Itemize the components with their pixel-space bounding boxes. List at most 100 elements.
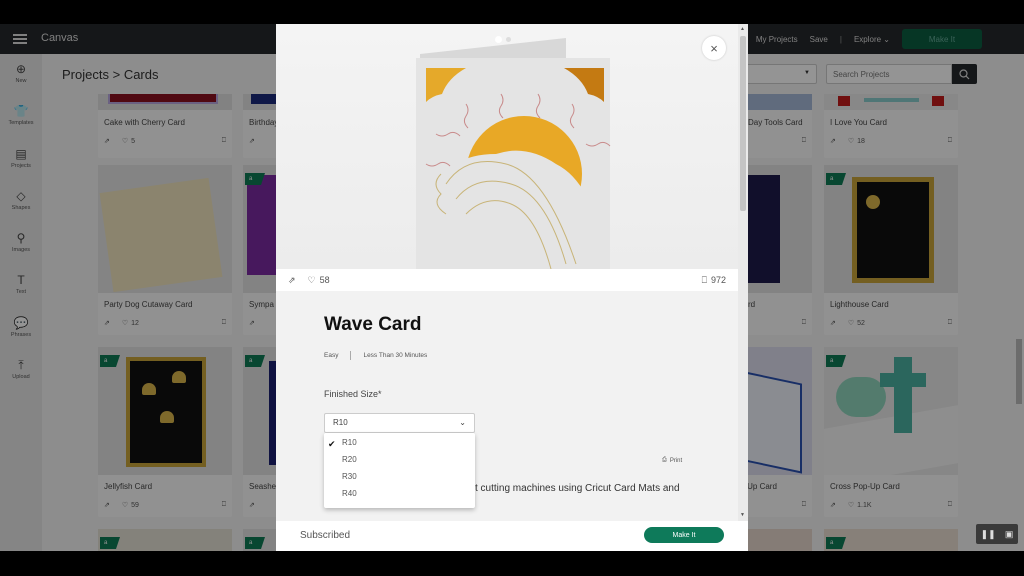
subscription-badge: a — [245, 537, 265, 549]
heart-icon: ♡ — [307, 274, 316, 285]
page-scrollbar[interactable] — [1014, 99, 1024, 551]
sidebar-item-shapes[interactable]: ◇ Shapes — [0, 189, 42, 211]
selected-size: R10 — [333, 418, 348, 427]
size-option[interactable]: R40 — [342, 489, 357, 498]
project-card[interactable]: a Lighthouse Card ⇗ ♡ 52 ⎕ — [824, 165, 958, 335]
like-button[interactable]: ♡ 5 — [122, 137, 135, 146]
card-name: I Love You Card — [830, 118, 887, 127]
like-button[interactable]: ♡ 58 — [308, 275, 330, 286]
project-card[interactable]: Day Tools Card ⎕ — [740, 94, 812, 158]
sidebar-label: Upload — [12, 374, 30, 380]
save-button[interactable]: ⎕ 972 — [702, 275, 726, 286]
search-icon — [959, 68, 970, 79]
project-card[interactable]: a Cross Pop-Up Card ⇗ ♡ 1.1K ⎕ — [824, 347, 958, 517]
bookmark-icon[interactable]: ⎕ — [222, 137, 226, 145]
finished-size-select[interactable]: R10 ⌄ — [324, 413, 475, 433]
share-icon[interactable]: ⇗ — [104, 501, 110, 509]
duration: Less Than 30 Minutes — [363, 352, 428, 359]
subscription-badge: a — [826, 355, 846, 367]
pause-icon[interactable]: ❚❚ — [981, 529, 996, 540]
search-button[interactable] — [952, 64, 977, 84]
sidebar-item-text[interactable]: T Text — [0, 273, 42, 295]
sidebar-label: Shapes — [11, 205, 31, 211]
make-it-top-button[interactable]: Make It — [902, 29, 982, 49]
card-thumbnail: a — [824, 165, 958, 293]
save-link[interactable]: Save — [810, 35, 828, 44]
like-button[interactable]: ♡ 18 — [848, 137, 865, 146]
search-input[interactable] — [826, 64, 952, 84]
like-count: 52 — [857, 319, 865, 327]
card-name: Birthday — [249, 118, 279, 127]
picture-in-picture-icon[interactable]: ▣ — [1005, 529, 1014, 540]
breadcrumb-projects[interactable]: Projects — [62, 67, 109, 82]
subscription-badge: a — [100, 355, 120, 367]
like-button[interactable]: ♡ 12 — [122, 319, 139, 328]
difficulty: Easy — [324, 352, 339, 359]
bookmark-icon[interactable]: ⎕ — [802, 501, 806, 509]
scroll-down-arrow[interactable]: ▼ — [740, 512, 745, 518]
screen: Canvas My Projects Save | Explore ⌄ Make… — [0, 0, 1024, 576]
sort-dropdown[interactable]: ▼ — [745, 64, 817, 84]
carousel-dot-active[interactable] — [495, 36, 502, 43]
sidebar-item-upload[interactable]: ⤒ Upload — [0, 358, 42, 380]
bookmark-icon[interactable]: ⎕ — [802, 137, 806, 145]
project-card[interactable]: Party Dog Cutaway Card ⇗ ♡ 12 ⎕ — [98, 165, 232, 335]
share-icon[interactable]: ⇗ — [249, 501, 255, 509]
share-icon[interactable]: ⇗ — [830, 501, 836, 509]
project-detail-modal: × ⇗ ♡ 58 ⎕ 972 Wave Card Easy Less Than 30… — [276, 24, 748, 551]
page-scrollbar-thumb[interactable] — [1016, 339, 1022, 404]
share-icon[interactable]: ⇗ — [830, 319, 836, 327]
lightbulb-icon: ⚲ — [16, 231, 26, 245]
size-option[interactable]: R30 — [342, 472, 357, 481]
size-option[interactable]: R10 — [342, 438, 357, 447]
sidebar-item-new[interactable]: ⊕ New — [0, 62, 42, 84]
bookmark-icon[interactable]: ⎕ — [222, 319, 226, 327]
share-icon[interactable]: ⇗ — [830, 137, 836, 145]
my-projects-link[interactable]: My Projects — [756, 35, 798, 44]
make-it-button[interactable]: Make It — [644, 527, 724, 543]
bookmark-icon[interactable]: ⎕ — [802, 319, 806, 327]
project-card[interactable]: p-Up Card ⎕ — [740, 347, 812, 517]
modal-scrollbar-thumb[interactable] — [740, 36, 746, 211]
hamburger-icon[interactable] — [13, 34, 27, 44]
share-icon[interactable]: ⇗ — [249, 319, 255, 327]
like-button[interactable]: ♡ 59 — [122, 501, 139, 510]
project-card[interactable]: a Jellyfish Card ⇗ ♡ 59 ⎕ — [98, 347, 232, 517]
bookmark-icon[interactable]: ⎕ — [948, 319, 952, 327]
card-actions: ⇗ — [249, 135, 277, 147]
explore-menu[interactable]: Explore ⌄ — [854, 35, 890, 44]
sidebar-item-projects[interactable]: ▤ Projects — [0, 147, 42, 169]
scroll-up-arrow[interactable]: ▲ — [740, 26, 745, 32]
project-card[interactable]: a — [98, 529, 232, 551]
project-card[interactable]: I Love You Card ⇗ ♡ 18 ⎕ — [824, 94, 958, 158]
close-button[interactable]: × — [702, 36, 726, 60]
sidebar-label: Phrases — [10, 332, 32, 338]
card-actions: ⎕ — [746, 499, 806, 511]
card-thumbnail: a — [824, 347, 958, 475]
like-button[interactable]: ♡ 1.1K — [848, 501, 872, 510]
sidebar-item-phrases[interactable]: 💬 Phrases — [0, 316, 42, 338]
print-button[interactable]: ⎙ Print — [662, 457, 682, 464]
card-name: rd — [748, 300, 756, 309]
bookmark-icon[interactable]: ⎕ — [948, 137, 952, 145]
like-button[interactable]: ♡ 52 — [848, 319, 865, 328]
bookmark-icon[interactable]: ⎕ — [222, 501, 226, 509]
share-icon[interactable]: ⇗ — [288, 275, 296, 286]
bookmark-icon[interactable]: ⎕ — [948, 501, 952, 509]
share-icon[interactable]: ⇗ — [249, 137, 255, 145]
subscription-badge: a — [826, 173, 846, 185]
sidebar-item-images[interactable]: ⚲ Images — [0, 231, 42, 253]
share-icon[interactable]: ⇗ — [104, 319, 110, 327]
project-card[interactable]: rd ⎕ — [740, 165, 812, 335]
carousel-dot[interactable] — [506, 37, 511, 42]
project-card[interactable] — [740, 529, 812, 551]
sidebar-item-templates[interactable]: 👕 Templates — [0, 104, 42, 126]
card-name: Jellyfish Card — [104, 482, 153, 491]
breadcrumb-separator: > — [112, 67, 121, 82]
wave-card-image — [416, 38, 611, 269]
project-card[interactable]: Cake with Cherry Card ⇗ ♡ 5 ⎕ — [98, 94, 232, 158]
share-icon[interactable]: ⇗ — [104, 137, 110, 145]
modal-scrollbar[interactable]: ▲ ▼ — [738, 24, 748, 521]
size-option[interactable]: R20 — [342, 455, 357, 464]
project-card[interactable]: a — [824, 529, 958, 551]
